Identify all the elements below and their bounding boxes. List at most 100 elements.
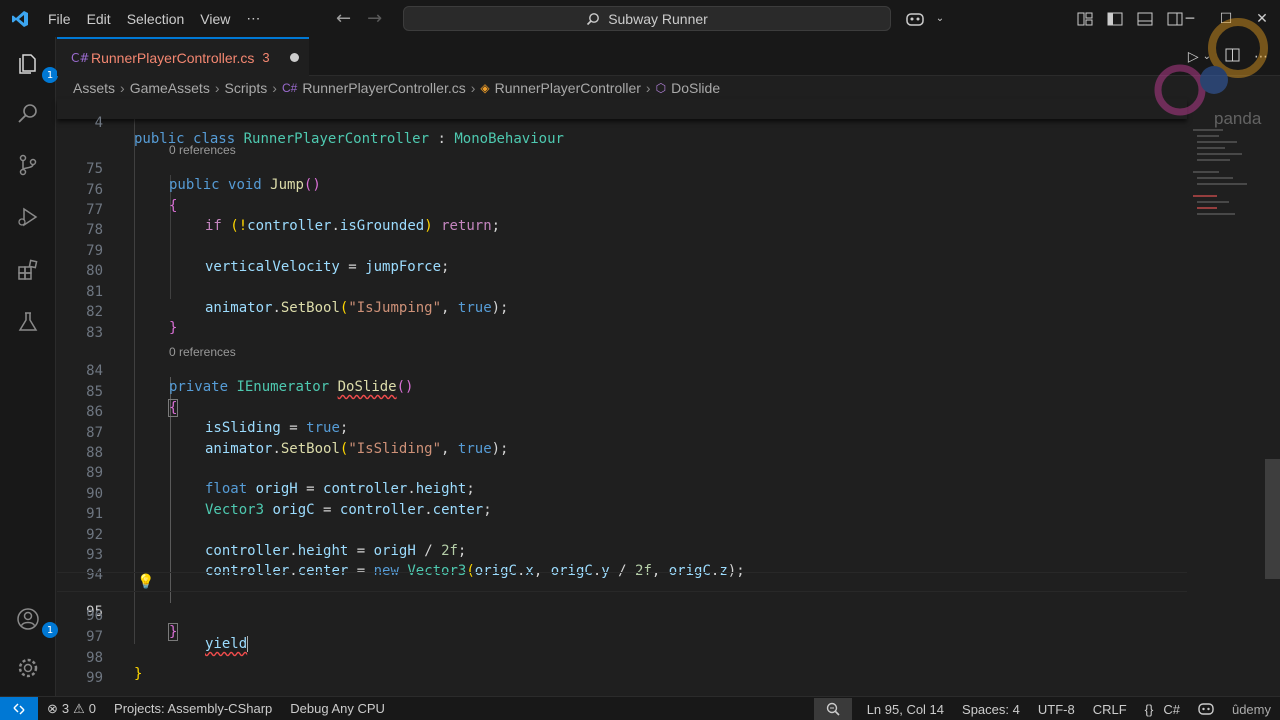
code-line-83: 83	[57, 309, 1187, 341]
copilot-icon[interactable]	[905, 9, 925, 29]
menu-selection[interactable]: Selection	[119, 11, 193, 27]
extensions-icon[interactable]	[14, 256, 42, 284]
code-line-4: 4 public class RunnerPlayerController : …	[57, 99, 1187, 147]
toggle-panel-icon[interactable]	[1135, 9, 1155, 29]
code-line-92: 92 controller.height = origH / 2f;	[57, 511, 1187, 559]
command-center[interactable]: Subway Runner	[403, 6, 891, 31]
indentation-status[interactable]: Spaces: 4	[953, 702, 1029, 717]
code-line-82: 82 }	[57, 288, 1187, 336]
scrollbar-thumb[interactable]	[1265, 459, 1280, 579]
zoom-icon[interactable]	[813, 698, 852, 720]
activity-bar: 1 1	[0, 37, 58, 696]
code-line-94: 94	[57, 551, 1187, 583]
run-chevron-down-icon[interactable]: ⌄	[1203, 51, 1211, 62]
error-icon: ⊗	[47, 700, 58, 716]
menu-view[interactable]: View	[192, 11, 238, 27]
minimap-line	[1197, 201, 1229, 203]
split-editor-icon[interactable]	[1225, 48, 1240, 66]
codelens-line: 0 references	[57, 329, 1187, 359]
csharp-file-icon: C#	[71, 50, 90, 65]
minimize-icon[interactable]: ─	[1172, 11, 1208, 27]
source-control-icon[interactable]	[14, 151, 42, 179]
minimap-line	[1197, 177, 1233, 179]
warning-count: 0	[88, 701, 97, 716]
search-icon[interactable]	[14, 99, 42, 127]
code-line-98: 98 }	[57, 634, 1187, 682]
toggle-primary-sidebar-icon[interactable]	[1105, 9, 1125, 29]
project-status[interactable]: Projects: Assembly-CSharp	[105, 701, 281, 716]
breadcrumb-scripts[interactable]: Scripts	[225, 80, 268, 96]
breadcrumb-class[interactable]: RunnerPlayerController	[495, 80, 641, 96]
vscode-logo-icon	[0, 0, 40, 37]
language-status[interactable]: {} C#	[1136, 702, 1189, 717]
status-bar: ⊗ 3 ⚠ 0 Projects: Assembly-CSharp Debug …	[0, 696, 1280, 720]
breadcrumb-assets[interactable]: Assets	[73, 80, 115, 96]
code-line-88: 88	[57, 429, 1187, 461]
chevron-right-icon: ›	[214, 80, 220, 96]
search-icon	[587, 12, 600, 25]
cursor-position-status[interactable]: Ln 95, Col 14	[858, 702, 953, 717]
maximize-icon[interactable]: ☐	[1208, 11, 1244, 27]
code-line-96: 96 }	[57, 592, 1187, 641]
code-line-75: 75 public void Jump()	[57, 145, 1187, 193]
chevron-right-icon: ›	[470, 80, 476, 96]
run-icon[interactable]: ▷	[1188, 49, 1199, 65]
tab-problem-count: 3	[262, 50, 270, 65]
braces-icon: {}	[1144, 701, 1154, 717]
command-center-label: Subway Runner	[608, 10, 708, 27]
forward-arrow-icon[interactable]: →	[367, 8, 382, 29]
accounts-badge: 1	[42, 622, 58, 638]
code-line-99: 99	[57, 654, 1187, 686]
minimap-line	[1197, 159, 1230, 161]
minimap-line	[1197, 141, 1237, 143]
watermark-text: panda	[1214, 109, 1262, 128]
code-line-86: 86 isSliding = true;	[57, 388, 1187, 436]
code-line-77: 77 if (!controller.isGrounded) return;	[57, 186, 1187, 234]
chevron-right-icon: ›	[645, 80, 651, 96]
menu-more[interactable]: ⋯	[238, 10, 268, 27]
debug-config-status[interactable]: Debug Any CPU	[281, 701, 394, 716]
back-arrow-icon[interactable]: ←	[336, 8, 351, 29]
code-line-79: 79 verticalVelocity = jumpForce;	[57, 227, 1187, 275]
problems-status[interactable]: ⊗ 3 ⚠ 0	[38, 701, 105, 717]
editor-actions: ▷ ⌄ ⋯	[1188, 37, 1268, 76]
class-symbol-icon: ◈	[480, 81, 490, 95]
menu-file[interactable]: File	[40, 11, 79, 27]
remote-indicator-icon[interactable]	[0, 696, 38, 720]
csharp-file-icon: C#	[281, 81, 298, 95]
breadcrumb-method[interactable]: DoSlide	[671, 80, 720, 96]
code-line-78: 78	[57, 206, 1187, 238]
lightbulb-icon[interactable]: 💡	[137, 574, 154, 590]
menu-edit[interactable]: Edit	[79, 11, 119, 27]
explorer-badge: 1	[42, 67, 58, 83]
code-editor[interactable]: 4 public class RunnerPlayerController : …	[57, 99, 1187, 696]
chevron-down-icon[interactable]: ⌄	[935, 9, 945, 29]
settings-gear-icon[interactable]	[14, 654, 42, 682]
unsaved-dot-icon[interactable]	[289, 53, 299, 62]
eol-status[interactable]: CRLF	[1084, 702, 1136, 717]
close-icon[interactable]: ✕	[1244, 11, 1280, 27]
tab-label: RunnerPlayerController.cs	[91, 49, 255, 66]
run-debug-icon[interactable]	[14, 203, 42, 231]
more-actions-icon[interactable]: ⋯	[1254, 49, 1268, 65]
accounts-icon[interactable]: 1	[14, 605, 58, 638]
chevron-right-icon: ›	[120, 80, 125, 96]
layout-controls: ⌄	[905, 0, 1185, 37]
minimap-error-marker	[1197, 207, 1217, 209]
minimap-line	[1197, 213, 1235, 215]
code-line-81: 81 animator.SetBool("IsJumping", true);	[57, 268, 1187, 316]
encoding-status[interactable]: UTF-8	[1029, 702, 1084, 717]
explorer-icon[interactable]: 1	[14, 50, 58, 83]
udemy-watermark: ûdemy	[1231, 701, 1271, 717]
code-line-89: 89 float origH = controller.height;	[57, 449, 1187, 497]
testing-icon[interactable]	[14, 308, 42, 336]
customize-layout-icon[interactable]	[1075, 9, 1095, 29]
breadcrumb-file[interactable]: RunnerPlayerController.cs	[302, 80, 465, 96]
breadcrumb-gameassets[interactable]: GameAssets	[130, 80, 210, 96]
code-line-76: 76 {	[57, 166, 1187, 214]
menu-bar: File Edit Selection View ⋯	[40, 0, 268, 37]
tab-runner-player-controller[interactable]: C# RunnerPlayerController.cs 3	[57, 37, 309, 76]
minimap[interactable]	[1187, 99, 1265, 696]
copilot-status-icon[interactable]	[1189, 702, 1223, 716]
vertical-scrollbar[interactable]	[1265, 99, 1280, 696]
